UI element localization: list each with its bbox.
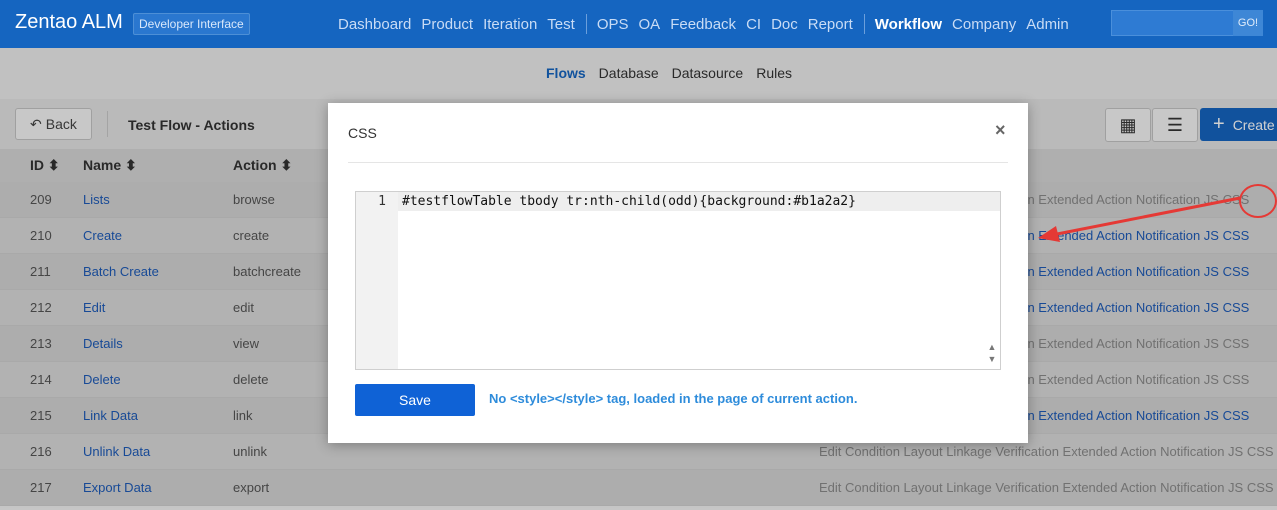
nav-dashboard[interactable]: Dashboard — [338, 16, 411, 33]
css-code-editor[interactable]: 1 #testflowTable tbody tr:nth-child(odd)… — [355, 191, 1001, 370]
nav-ci[interactable]: CI — [746, 16, 761, 33]
developer-interface-badge[interactable]: Developer Interface — [133, 13, 250, 35]
close-icon[interactable]: × — [995, 120, 1006, 141]
nav-ops[interactable]: OPS — [597, 16, 629, 33]
search-input[interactable] — [1111, 10, 1235, 36]
nav-workflow[interactable]: Workflow — [875, 16, 942, 33]
css-dialog: CSS × 1 #testflowTable tbody tr:nth-chil… — [328, 103, 1028, 443]
brand-logo[interactable]: Zentao ALM — [15, 11, 123, 34]
nav-oa[interactable]: OA — [639, 16, 661, 33]
nav-report[interactable]: Report — [808, 16, 853, 33]
css-hint-text: No <style></style> tag, loaded in the pa… — [489, 391, 858, 406]
nav-doc[interactable]: Doc — [771, 16, 798, 33]
code-line[interactable]: #testflowTable tbody tr:nth-child(odd){b… — [402, 194, 856, 209]
dialog-title: CSS — [348, 125, 377, 141]
nav-admin[interactable]: Admin — [1026, 16, 1069, 33]
scroll-down-icon[interactable]: ▼ — [986, 354, 998, 366]
editor-gutter: 1 — [356, 192, 398, 369]
nav-divider — [585, 14, 587, 34]
annotation-arrow-icon — [1038, 196, 1241, 242]
nav-divider — [863, 14, 865, 34]
nav-product[interactable]: Product — [421, 16, 473, 33]
dialog-divider — [348, 162, 1008, 163]
nav-test[interactable]: Test — [547, 16, 575, 33]
top-navbar: Zentao ALM Developer Interface Dashboard… — [0, 0, 1277, 48]
nav-iteration[interactable]: Iteration — [483, 16, 537, 33]
scroll-up-icon[interactable]: ▲ — [986, 342, 998, 354]
main-nav: Dashboard Product Iteration Test OPS OA … — [338, 0, 1079, 48]
nav-feedback[interactable]: Feedback — [670, 16, 736, 33]
nav-company[interactable]: Company — [952, 16, 1016, 33]
search-go-button[interactable]: GO! — [1233, 10, 1263, 36]
save-button[interactable]: Save — [355, 384, 475, 416]
line-number: 1 — [378, 194, 386, 209]
